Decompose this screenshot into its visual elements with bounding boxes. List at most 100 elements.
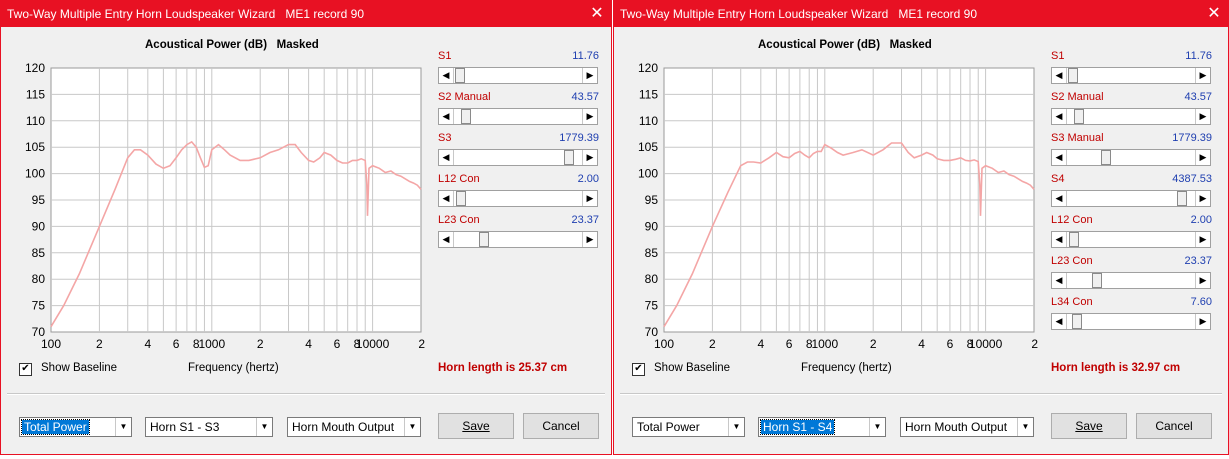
- horn-length-text: Horn length is 32.97 cm: [1051, 362, 1181, 374]
- slider-label-s1: S1: [438, 50, 452, 62]
- slider-thumb[interactable]: [479, 232, 489, 247]
- selected-value: Horn S1 - S4: [759, 419, 836, 435]
- save-button[interactable]: Save: [438, 413, 514, 439]
- slider-label-l23: L23 Con: [438, 214, 480, 226]
- y-tick-label: 85: [32, 246, 46, 260]
- y-tick-label: 115: [26, 87, 45, 101]
- slider-thumb[interactable]: [1069, 232, 1079, 247]
- slider-value-l12: 2.00: [1190, 214, 1212, 226]
- scroll-right-arrow-icon[interactable]: ▶: [1195, 150, 1210, 165]
- slider-value-l34: 7.60: [1190, 296, 1212, 308]
- y-tick-label: 85: [645, 246, 659, 260]
- slider-s2[interactable]: ◀ ▶: [438, 108, 598, 125]
- cancel-button[interactable]: Cancel: [1136, 413, 1212, 439]
- chevron-down-icon[interactable]: ▼: [256, 418, 272, 436]
- scroll-right-arrow-icon[interactable]: ▶: [1195, 109, 1210, 124]
- scroll-left-arrow-icon[interactable]: ◀: [439, 109, 454, 124]
- title-bar[interactable]: Two-Way Multiple Entry Horn Loudspeaker …: [614, 1, 1228, 27]
- slider-s4[interactable]: ◀ ▶: [1051, 190, 1211, 207]
- output-type-select[interactable]: Total Power ▼: [19, 417, 132, 437]
- scroll-right-arrow-icon[interactable]: ▶: [582, 68, 597, 83]
- output-location-select[interactable]: Horn Mouth Output ▼: [287, 417, 421, 437]
- slider-s3[interactable]: ◀ ▶: [438, 149, 598, 166]
- slider-l12[interactable]: ◀ ▶: [438, 190, 598, 207]
- scroll-left-arrow-icon[interactable]: ◀: [1052, 232, 1067, 247]
- slider-s1[interactable]: ◀ ▶: [438, 67, 598, 84]
- scroll-right-arrow-icon[interactable]: ▶: [582, 150, 597, 165]
- y-tick-label: 120: [25, 61, 45, 75]
- scroll-right-arrow-icon[interactable]: ▶: [582, 109, 597, 124]
- horn-select[interactable]: Horn S1 - S3 ▼: [145, 417, 273, 437]
- x-tick-label: 4: [757, 337, 764, 351]
- scroll-left-arrow-icon[interactable]: ◀: [1052, 273, 1067, 288]
- scroll-left-arrow-icon[interactable]: ◀: [439, 232, 454, 247]
- slider-thumb[interactable]: [1074, 109, 1084, 124]
- show-baseline-label[interactable]: Show Baseline: [41, 362, 117, 374]
- x-tick-label: 4: [144, 337, 151, 351]
- slider-thumb[interactable]: [1092, 273, 1102, 288]
- scroll-left-arrow-icon[interactable]: ◀: [1052, 68, 1067, 83]
- scroll-right-arrow-icon[interactable]: ▶: [1195, 68, 1210, 83]
- slider-l34[interactable]: ◀ ▶: [1051, 313, 1211, 330]
- slider-thumb[interactable]: [456, 191, 466, 206]
- slider-l23[interactable]: ◀ ▶: [438, 231, 598, 248]
- slider-l12[interactable]: ◀ ▶: [1051, 231, 1211, 248]
- scroll-left-arrow-icon[interactable]: ◀: [1052, 191, 1067, 206]
- close-icon[interactable]: ✕: [1206, 1, 1222, 27]
- x-tick-label: 6: [334, 337, 341, 351]
- chevron-down-icon[interactable]: ▼: [404, 418, 420, 436]
- x-tick-label: 6: [173, 337, 180, 351]
- slider-label-s4: S4: [1051, 173, 1065, 185]
- scroll-right-arrow-icon[interactable]: ▶: [1195, 232, 1210, 247]
- horn-select[interactable]: Horn S1 - S4 ▼: [758, 417, 886, 437]
- slider-s1[interactable]: ◀ ▶: [1051, 67, 1211, 84]
- output-location-select[interactable]: Horn Mouth Output ▼: [900, 417, 1034, 437]
- slider-thumb[interactable]: [455, 68, 465, 83]
- slider-thumb[interactable]: [564, 150, 574, 165]
- slider-label-l12: L12 Con: [438, 173, 480, 185]
- scroll-left-arrow-icon[interactable]: ◀: [1052, 150, 1067, 165]
- scroll-left-arrow-icon[interactable]: ◀: [439, 191, 454, 206]
- slider-l23[interactable]: ◀ ▶: [1051, 272, 1211, 289]
- selected-value: Horn S1 - S3: [150, 420, 220, 434]
- slider-thumb[interactable]: [1072, 314, 1082, 329]
- slider-label-s2: S2 Manual: [438, 91, 491, 103]
- output-type-select[interactable]: Total Power ▼: [632, 417, 745, 437]
- slider-value-s1: 11.76: [572, 50, 599, 62]
- slider-thumb[interactable]: [461, 109, 471, 124]
- chevron-down-icon[interactable]: ▼: [115, 418, 131, 436]
- acoustical-power-chart: 120115110105100959085807570100 2 4 6 81000 2 4…: [25, 61, 425, 351]
- show-baseline-checkbox[interactable]: ✔: [19, 363, 32, 376]
- chevron-down-icon[interactable]: ▼: [728, 418, 744, 436]
- slider-thumb[interactable]: [1177, 191, 1187, 206]
- slider-value-s4: 4387.53: [1172, 173, 1212, 185]
- x-tick-label: 2: [418, 337, 425, 351]
- close-icon[interactable]: ✕: [589, 1, 605, 27]
- scroll-right-arrow-icon[interactable]: ▶: [582, 232, 597, 247]
- chevron-down-icon[interactable]: ▼: [869, 418, 885, 436]
- slider-label-s2: S2 Manual: [1051, 91, 1104, 103]
- chevron-down-icon[interactable]: ▼: [1017, 418, 1033, 436]
- slider-s2[interactable]: ◀ ▶: [1051, 108, 1211, 125]
- separator: [620, 393, 1222, 395]
- slider-thumb[interactable]: [1068, 68, 1078, 83]
- x-tick-label: 10000: [356, 337, 390, 351]
- scroll-left-arrow-icon[interactable]: ◀: [439, 68, 454, 83]
- slider-value-s3: 1779.39: [1172, 132, 1212, 144]
- scroll-right-arrow-icon[interactable]: ▶: [582, 191, 597, 206]
- cancel-button[interactable]: Cancel: [523, 413, 599, 439]
- scroll-left-arrow-icon[interactable]: ◀: [439, 150, 454, 165]
- title-bar[interactable]: Two-Way Multiple Entry Horn Loudspeaker …: [1, 1, 611, 27]
- slider-value-l23: 23.37: [571, 214, 599, 226]
- slider-s3[interactable]: ◀ ▶: [1051, 149, 1211, 166]
- scroll-left-arrow-icon[interactable]: ◀: [1052, 109, 1067, 124]
- save-button[interactable]: Save: [1051, 413, 1127, 439]
- show-baseline-checkbox[interactable]: ✔: [632, 363, 645, 376]
- scroll-right-arrow-icon[interactable]: ▶: [1195, 273, 1210, 288]
- x-tick-label: 100: [41, 337, 61, 351]
- scroll-right-arrow-icon[interactable]: ▶: [1195, 191, 1210, 206]
- scroll-right-arrow-icon[interactable]: ▶: [1195, 314, 1210, 329]
- show-baseline-label[interactable]: Show Baseline: [654, 362, 730, 374]
- scroll-left-arrow-icon[interactable]: ◀: [1052, 314, 1067, 329]
- slider-thumb[interactable]: [1101, 150, 1111, 165]
